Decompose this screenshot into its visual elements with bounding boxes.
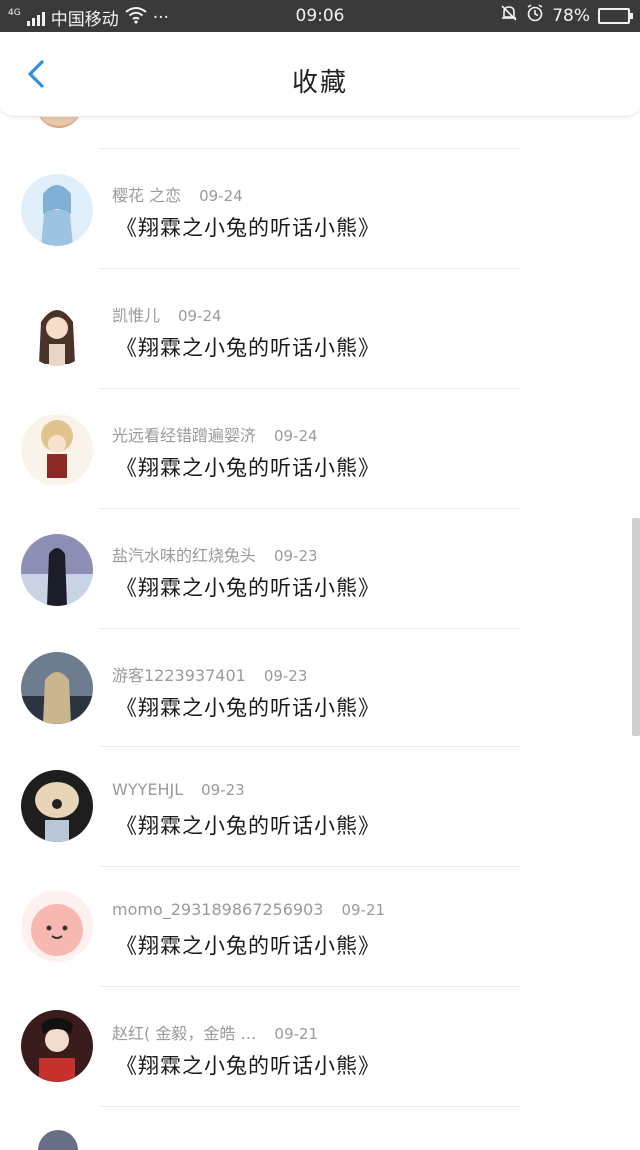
divider [100, 1106, 520, 1107]
avatar [21, 174, 93, 246]
work-title[interactable]: 《翔霖之小兔的听话小熊》 [116, 572, 380, 602]
divider [100, 628, 520, 629]
alarm-icon [526, 4, 544, 27]
divider [100, 388, 520, 389]
page-title: 收藏 [291, 68, 348, 98]
avatar [38, 1130, 78, 1150]
work-title[interactable]: 《翔霖之小兔的听话小熊》 [116, 692, 380, 722]
date: 09-23 [263, 667, 308, 685]
divider [100, 866, 520, 867]
date: 09-24 [274, 427, 318, 445]
divider [100, 746, 520, 747]
avatar [21, 770, 93, 842]
username: 凯惟儿 [112, 306, 161, 325]
username: 光远看经错蹭遍婴济 [112, 426, 257, 445]
list-item[interactable]: 游客1223937401 09-23 《翔霖之小兔的听话小熊》 [0, 652, 640, 772]
work-title[interactable]: 《翔霖之小兔的听话小熊》 [116, 452, 380, 482]
avatar [21, 652, 93, 724]
list-item[interactable]: momo_293189867256903 09-21 《翔霖之小兔的听话小熊》 [0, 890, 640, 1010]
date: 09-24 [199, 187, 243, 205]
username: WYYEHJL [112, 780, 184, 799]
item-meta: 凯惟儿 09-24 [112, 302, 222, 326]
battery-percent: 78% [552, 5, 590, 26]
divider [100, 148, 520, 149]
username: 盐汽水味的红烧兔头 [112, 546, 257, 565]
work-title[interactable]: 《翔霖之小兔的听话小熊》 [116, 1050, 380, 1080]
header: 收藏 [0, 32, 640, 117]
list-item[interactable]: 凯惟儿 09-24 《翔霖之小兔的听话小熊》 [0, 292, 640, 412]
item-meta: momo_293189867256903 09-21 [112, 900, 385, 919]
username: momo_293189867256903 [112, 900, 324, 919]
work-title[interactable]: 《翔霖之小兔的听话小熊》 [116, 212, 380, 242]
username: 樱花 之恋 [112, 186, 182, 205]
date: 09-21 [341, 901, 386, 919]
battery-icon [598, 7, 633, 24]
list-item[interactable]: 樱花 之恋 09-24 《翔霖之小兔的听话小熊》 [0, 172, 640, 292]
divider [100, 268, 520, 269]
date: 09-23 [274, 547, 318, 565]
mute-bell-icon [500, 4, 518, 27]
divider [100, 508, 520, 509]
avatar [21, 890, 93, 962]
item-meta: 樱花 之恋 09-24 [112, 182, 243, 206]
item-meta: 游客1223937401 09-23 [112, 662, 307, 686]
item-meta: WYYEHJL 09-23 [112, 780, 245, 799]
work-title[interactable]: 《翔霖之小兔的听话小熊》 [116, 930, 380, 960]
date: 09-23 [201, 781, 245, 799]
date: 09-21 [274, 1025, 319, 1043]
work-title[interactable]: 《翔霖之小兔的听话小熊》 [116, 332, 380, 362]
list-item[interactable]: 光远看经错蹭遍婴济 09-24 《翔霖之小兔的听话小熊》 [0, 412, 640, 532]
avatar [21, 414, 93, 486]
list-item[interactable]: 盐汽水味的红烧兔头 09-23 《翔霖之小兔的听话小熊》 [0, 532, 640, 652]
work-title[interactable]: 《翔霖之小兔的听话小熊》 [116, 810, 380, 840]
item-meta: 赵红( 金毅，金皓 … 09-21 [112, 1020, 318, 1044]
list-item[interactable]: 赵红( 金毅，金皓 … 09-21 《翔霖之小兔的听话小熊》 [0, 1010, 640, 1130]
scrollbar[interactable] [632, 518, 640, 736]
item-meta: 盐汽水味的红烧兔头 09-23 [112, 542, 318, 566]
avatar [21, 534, 93, 606]
username: 游客1223937401 [112, 666, 246, 685]
status-right: 78% [500, 4, 633, 27]
list-item[interactable]: WYYEHJL 09-23 《翔霖之小兔的听话小熊》 [0, 770, 640, 890]
avatar [21, 1010, 93, 1082]
date: 09-24 [178, 307, 222, 325]
divider [100, 986, 520, 987]
status-bar: 4G 中国移动 ··· 09:06 78% [0, 0, 640, 32]
username: 赵红( 金毅，金皓 … [112, 1024, 257, 1043]
avatar [21, 294, 93, 366]
item-meta: 光远看经错蹭遍婴济 09-24 [112, 422, 318, 446]
